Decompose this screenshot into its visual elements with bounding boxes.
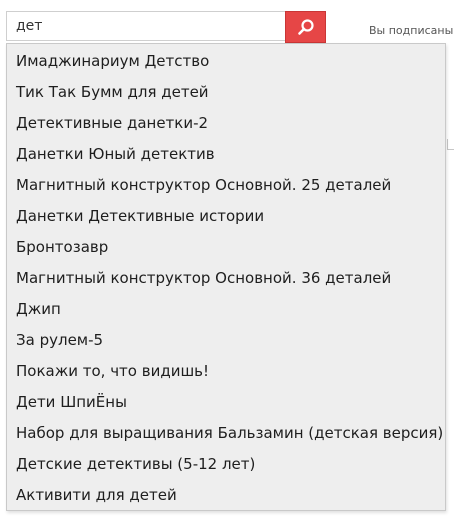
suggestion-item[interactable]: Детективные данетки-2 bbox=[7, 108, 445, 139]
suggestion-item[interactable]: Дети ШпиЁны bbox=[7, 387, 445, 418]
suggestion-item[interactable]: Джип bbox=[7, 294, 445, 325]
suggestion-item[interactable]: Бронтозавр bbox=[7, 232, 445, 263]
suggestion-item[interactable]: Тик Так Бумм для детей bbox=[7, 77, 445, 108]
suggestion-item[interactable]: Данетки Детективные истории bbox=[7, 201, 445, 232]
search-input[interactable] bbox=[7, 12, 285, 40]
search-suggestions-dropdown: Имаджинариум Детство Тик Так Бумм для де… bbox=[6, 43, 446, 511]
suggestion-item[interactable]: Имаджинариум Детство bbox=[7, 46, 445, 77]
search-icon bbox=[297, 18, 315, 36]
search-button[interactable] bbox=[285, 11, 326, 43]
suggestion-item[interactable]: За рулем-5 bbox=[7, 325, 445, 356]
suggestion-item[interactable]: Покажи то, что видишь! bbox=[7, 356, 445, 387]
suggestion-item[interactable]: Активити для детей bbox=[7, 480, 445, 510]
suggestion-item[interactable]: Магнитный конструктор Основной. 25 детал… bbox=[7, 170, 445, 201]
suggestion-item[interactable]: Магнитный конструктор Основной. 36 детал… bbox=[7, 263, 445, 294]
background-fragment bbox=[447, 139, 454, 150]
suggestion-item[interactable]: Детские детективы (5-12 лет) bbox=[7, 449, 445, 480]
search-box bbox=[6, 11, 285, 41]
suggestion-item[interactable]: Набор для выращивания Бальзамин (детская… bbox=[7, 418, 445, 449]
page: Вы подписаны. О Имаджинариум Детство Тик… bbox=[0, 0, 454, 516]
subscription-status-text: Вы подписаны. О bbox=[369, 24, 454, 37]
suggestion-item[interactable]: Данетки Юный детектив bbox=[7, 139, 445, 170]
